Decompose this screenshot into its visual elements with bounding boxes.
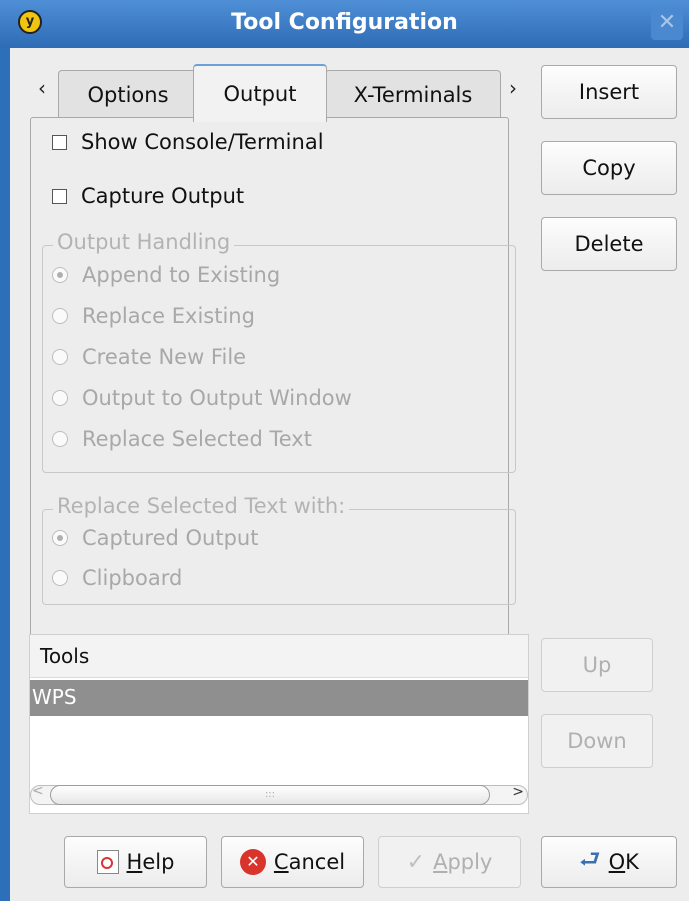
radio-captured-output: Captured Output — [52, 526, 258, 550]
checkbox-box[interactable] — [52, 134, 67, 150]
tab-scroll-left-icon[interactable]: ‹ — [38, 76, 46, 100]
radio-button — [52, 349, 68, 365]
output-handling-group: Output Handling Append to Existing Repla… — [42, 230, 516, 473]
capture-output-checkbox[interactable]: Capture Output — [52, 184, 244, 208]
tab-options-label: Options — [87, 82, 169, 107]
show-console-checkbox[interactable]: Show Console/Terminal — [52, 130, 324, 154]
return-arrow-icon: ⮐ — [579, 844, 601, 873]
tools-column-header[interactable]: Tools — [30, 635, 528, 678]
help-icon — [96, 850, 119, 874]
title-bar[interactable]: y Tool Configuration ✕ — [0, 0, 689, 48]
list-item[interactable]: WPS — [30, 680, 528, 716]
radio-label: Captured Output — [82, 526, 259, 550]
radio-label: Replace Existing — [82, 304, 255, 328]
radio-button — [52, 390, 68, 406]
radio-button — [52, 267, 68, 283]
help-label: Help — [126, 850, 175, 874]
cancel-label: Cancel — [273, 850, 346, 874]
radio-button — [52, 570, 68, 586]
window-left-border — [0, 0, 10, 901]
radio-label: Replace Selected Text — [82, 427, 312, 451]
dialog-content: ‹ Options Output X-Terminals › Show Cons… — [10, 48, 689, 901]
up-button[interactable]: Up — [541, 638, 653, 692]
tab-output-label: Output — [223, 82, 297, 106]
capture-output-label: Capture Output — [81, 184, 245, 208]
checkmark-icon: ✓ — [406, 849, 426, 875]
tool-configuration-window: y Tool Configuration ✕ ‹ Options Output … — [0, 0, 689, 901]
replace-with-group: Replace Selected Text with: Captured Out… — [42, 494, 516, 605]
close-icon[interactable]: ✕ — [651, 8, 683, 40]
checkbox-box[interactable] — [52, 188, 67, 204]
show-console-label: Show Console/Terminal — [81, 130, 324, 154]
radio-replace-existing: Replace Existing — [52, 304, 255, 328]
copy-button[interactable]: Copy — [541, 141, 677, 195]
delete-button[interactable]: Delete — [541, 217, 677, 271]
horizontal-scrollbar[interactable]: < ::: > — [30, 783, 528, 807]
output-tab-panel: Show Console/Terminal Capture Output Out… — [30, 117, 516, 666]
radio-create-new-file: Create New File — [52, 345, 246, 369]
apply-label: Apply — [433, 850, 493, 874]
insert-button[interactable]: Insert — [541, 65, 677, 119]
radio-button — [52, 431, 68, 447]
radio-label: Append to Existing — [82, 263, 281, 287]
output-handling-title: Output Handling — [53, 230, 235, 254]
radio-label: Create New File — [82, 345, 247, 369]
cancel-icon: ✕ — [239, 849, 266, 875]
radio-append-existing: Append to Existing — [52, 263, 280, 287]
scroll-left-icon[interactable]: < — [32, 783, 44, 799]
radio-label: Clipboard — [82, 566, 183, 590]
apply-button[interactable]: ✓ Apply — [378, 836, 521, 888]
tab-x-terminals[interactable]: X-Terminals — [325, 70, 501, 118]
tab-scroll-right-icon[interactable]: › — [509, 76, 517, 100]
radio-clipboard: Clipboard — [52, 566, 182, 590]
ok-label: OK — [608, 850, 639, 874]
radio-button — [52, 308, 68, 324]
ok-button[interactable]: ⮐ OK — [541, 836, 677, 888]
help-button[interactable]: Help — [64, 836, 207, 888]
replace-with-title: Replace Selected Text with: — [53, 494, 350, 518]
radio-button — [52, 530, 68, 546]
tab-x-terminals-label: X-Terminals — [353, 82, 473, 107]
scroll-thumb[interactable]: ::: — [50, 785, 490, 805]
tab-options[interactable]: Options — [58, 70, 198, 118]
down-button[interactable]: Down — [541, 714, 653, 768]
cancel-button[interactable]: ✕ Cancel — [221, 836, 364, 888]
window-title: Tool Configuration — [231, 10, 458, 35]
radio-replace-selected: Replace Selected Text — [52, 427, 312, 451]
radio-label: Output to Output Window — [82, 386, 352, 410]
radio-output-window: Output to Output Window — [52, 386, 352, 410]
tab-output[interactable]: Output — [193, 64, 327, 122]
scroll-right-icon[interactable]: > — [512, 784, 524, 800]
